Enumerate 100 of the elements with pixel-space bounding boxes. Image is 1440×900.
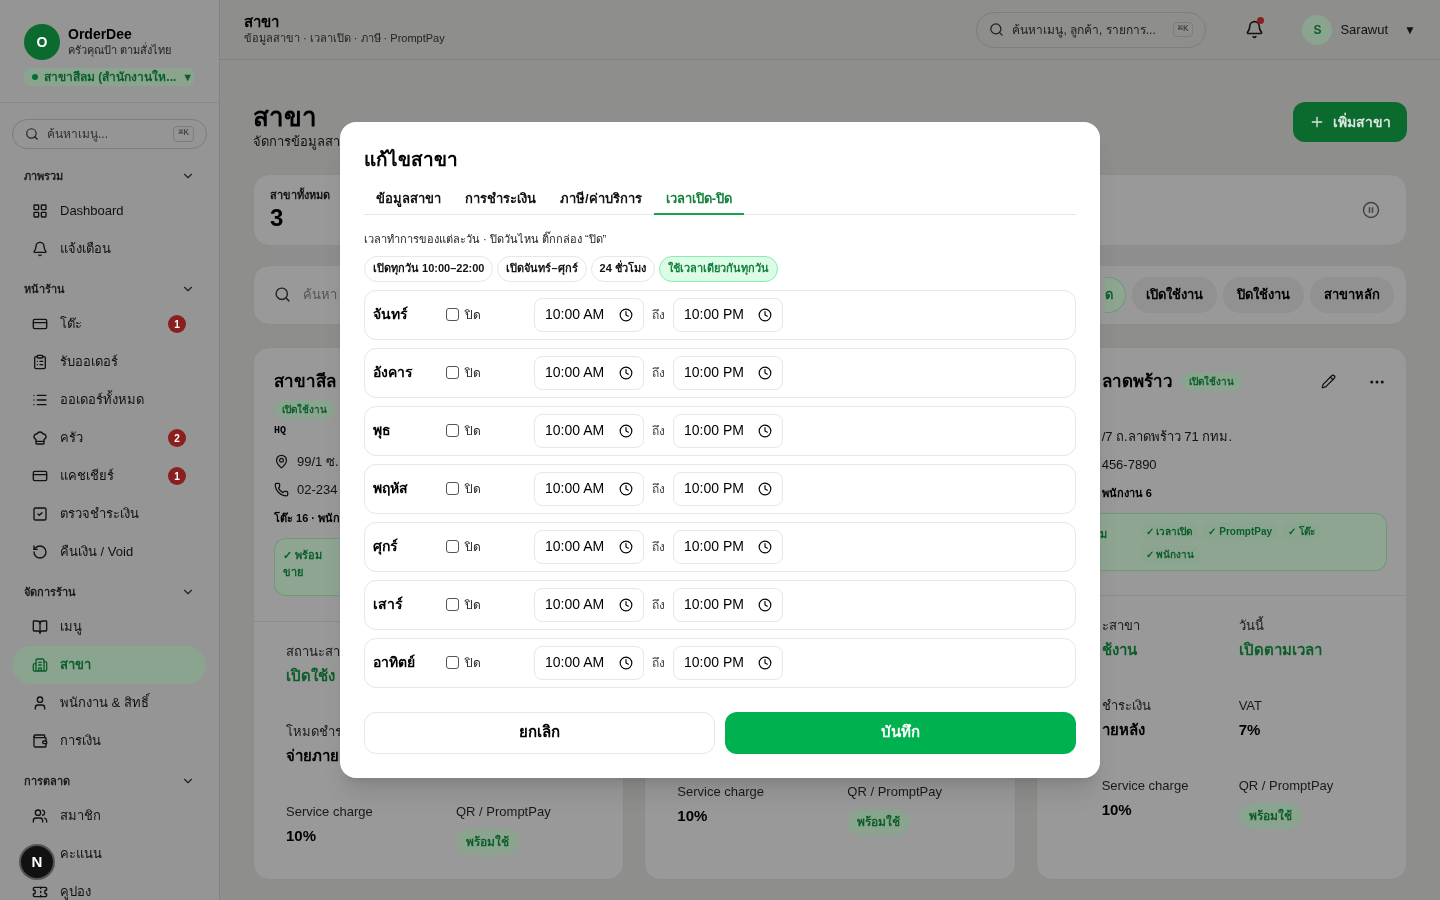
time-field[interactable]: 10:00 AM (534, 471, 644, 506)
phone-icon (274, 482, 289, 497)
branch-title: ลาดพร้าว (1101, 370, 1173, 393)
readiness-label: ม (1099, 527, 1108, 542)
add-branch-button[interactable]: เพิ่มสาขา (1293, 102, 1407, 142)
stat-label: QR / PromptPay (456, 802, 551, 821)
people-icon (32, 808, 48, 824)
check-tag: ✓ โต๊ะ (1282, 522, 1321, 541)
preset-chip[interactable]: เปิดจันทร์–ศุกร์ (497, 255, 587, 282)
pause-icon[interactable] (1362, 200, 1380, 219)
day-name: อาทิตย์ (373, 653, 416, 672)
checkbox-label: ปิด (465, 596, 481, 614)
checkbox[interactable] (446, 598, 459, 611)
tab[interactable]: ภาษี/ค่าบริการ (548, 184, 654, 215)
preset-chip[interactable]: 24 ชั่วโมง (590, 255, 655, 282)
sidebar-item[interactable]: เมนู (12, 608, 206, 646)
clock-icon (619, 597, 633, 612)
chef-hat-icon (32, 430, 48, 446)
book-icon (32, 619, 48, 635)
time-field[interactable]: 10:00 AM (534, 297, 644, 332)
stat-value: 10% (677, 806, 708, 826)
checkbox[interactable] (446, 482, 459, 495)
day-name: จันทร์ (373, 305, 409, 324)
plus-icon (1309, 114, 1325, 130)
time-field[interactable]: 10:00 AM (534, 529, 644, 564)
preset-chip[interactable]: ใช้เวลาเดียวกันทุกวัน (658, 255, 778, 282)
tab[interactable]: ข้อมูลสาขา (364, 184, 453, 215)
page-title: สาขา (253, 102, 318, 132)
sidebar-item[interactable]: Dashboard (12, 192, 206, 230)
filter-chip[interactable]: ปิดใช้งาน (1223, 276, 1304, 313)
search-icon (274, 286, 291, 303)
sidebar-item[interactable]: คืนเงิน / Void (12, 533, 206, 571)
branch-meta: พนักงาน 6 (1101, 485, 1152, 501)
tab[interactable]: เวลาเปิด-ปิด (653, 184, 744, 215)
range-separator: ถึง (652, 654, 665, 672)
stat-value: จ่ายภาย (286, 746, 339, 766)
app-name: OrderDee (68, 26, 132, 43)
time-field[interactable]: 10:00 AM (534, 587, 644, 622)
stat-label: Service charge (1101, 776, 1189, 795)
sidebar-item[interactable]: สมาชิก (12, 797, 206, 835)
clock-icon (619, 365, 633, 380)
grid-icon (32, 203, 48, 219)
readiness-label: ✓ พร้อมขาย (283, 548, 324, 580)
check-tag: ✓ เวลาเปิด (1139, 522, 1199, 541)
stat-value: 10% (1101, 800, 1132, 820)
branch-phone: 456-7890 (1101, 455, 1157, 474)
check-tag: ✓ พนักงาน (1139, 545, 1201, 564)
sidebar-item[interactable]: พนักงาน & สิทธิ์ (12, 684, 206, 722)
sidebar-item[interactable]: แจ้งเตือน (12, 230, 206, 268)
section-title: ภาพรวม (24, 168, 63, 184)
range-separator: ถึง (652, 306, 665, 324)
sidebar-item[interactable]: โต๊ะ 1 (12, 305, 206, 343)
preset-chip[interactable]: เปิดทุกวัน 10:00–22:00 (364, 255, 494, 282)
checkbox[interactable] (446, 656, 459, 669)
stat-label: ะสาขา (1101, 616, 1140, 635)
stat-value: ายหลัง (1101, 720, 1145, 740)
stat-value: 7% (1238, 720, 1261, 740)
sidebar-item[interactable]: รับออเดอร์ (12, 343, 206, 381)
stat-label: สาขาทั้งหมด (270, 187, 331, 204)
time-field[interactable]: 10:00 PM (673, 297, 783, 332)
checkbox[interactable] (446, 540, 459, 553)
time-field[interactable]: 10:00 AM (534, 645, 644, 680)
branch-address: /7 ถ.ลาดพร้าว 71 กทม. (1101, 427, 1233, 446)
bell-icon[interactable] (1244, 20, 1264, 39)
range-separator: ถึง (652, 596, 665, 614)
card-icon (32, 316, 48, 332)
sidebar-item[interactable]: ครัว 2 (12, 419, 206, 457)
checkbox-label: ปิด (465, 480, 481, 498)
filter-chip[interactable]: สาขาหลัก (1310, 276, 1394, 313)
stat-value: ช้งาน (1101, 640, 1137, 660)
range-separator: ถึง (652, 480, 665, 498)
time-field[interactable]: 10:00 PM (673, 587, 783, 622)
app-tagline: ครัวคุณป้า ตามสั่งไทย (68, 43, 172, 58)
dialog-title: แก้ไขสาขา (364, 148, 459, 172)
time-field[interactable]: 10:00 PM (673, 645, 783, 680)
checkbox[interactable] (446, 308, 459, 321)
time-field[interactable]: 10:00 PM (673, 529, 783, 564)
filter-chip[interactable]: เปิดใช้งาน (1132, 276, 1217, 313)
time-field[interactable]: 10:00 PM (673, 471, 783, 506)
sidebar-item[interactable]: ออเดอร์ทั้งหมด (12, 381, 206, 419)
cancel-button[interactable]: ยกเลิก (364, 711, 715, 754)
bell-icon (32, 241, 48, 257)
time-field[interactable]: 10:00 PM (673, 413, 783, 448)
stat-label: ชำระเงิน (1101, 696, 1151, 715)
sidebar-item[interactable]: การเงิน (12, 722, 206, 760)
checkbox[interactable] (446, 366, 459, 379)
time-field[interactable]: 10:00 AM (534, 355, 644, 390)
section-title: หน้าร้าน (24, 281, 65, 297)
person-icon (32, 695, 48, 711)
caret-icon[interactable]: ▼ (1404, 20, 1416, 39)
checkbox[interactable] (446, 424, 459, 437)
status-badge: เปิดใช้งาน (1180, 372, 1242, 391)
list-icon (32, 392, 48, 408)
edit-icon[interactable] (1321, 374, 1336, 389)
time-field[interactable]: 10:00 PM (673, 355, 783, 390)
user-name[interactable]: Sarawut (1340, 19, 1389, 40)
time-field[interactable]: 10:00 AM (534, 413, 644, 448)
sidebar-item[interactable]: ตรวจชำระเงิน (12, 495, 206, 533)
tab[interactable]: การชำระเงิน (453, 184, 548, 215)
sidebar-item[interactable]: แคชเชียร์ 1 (12, 457, 206, 495)
